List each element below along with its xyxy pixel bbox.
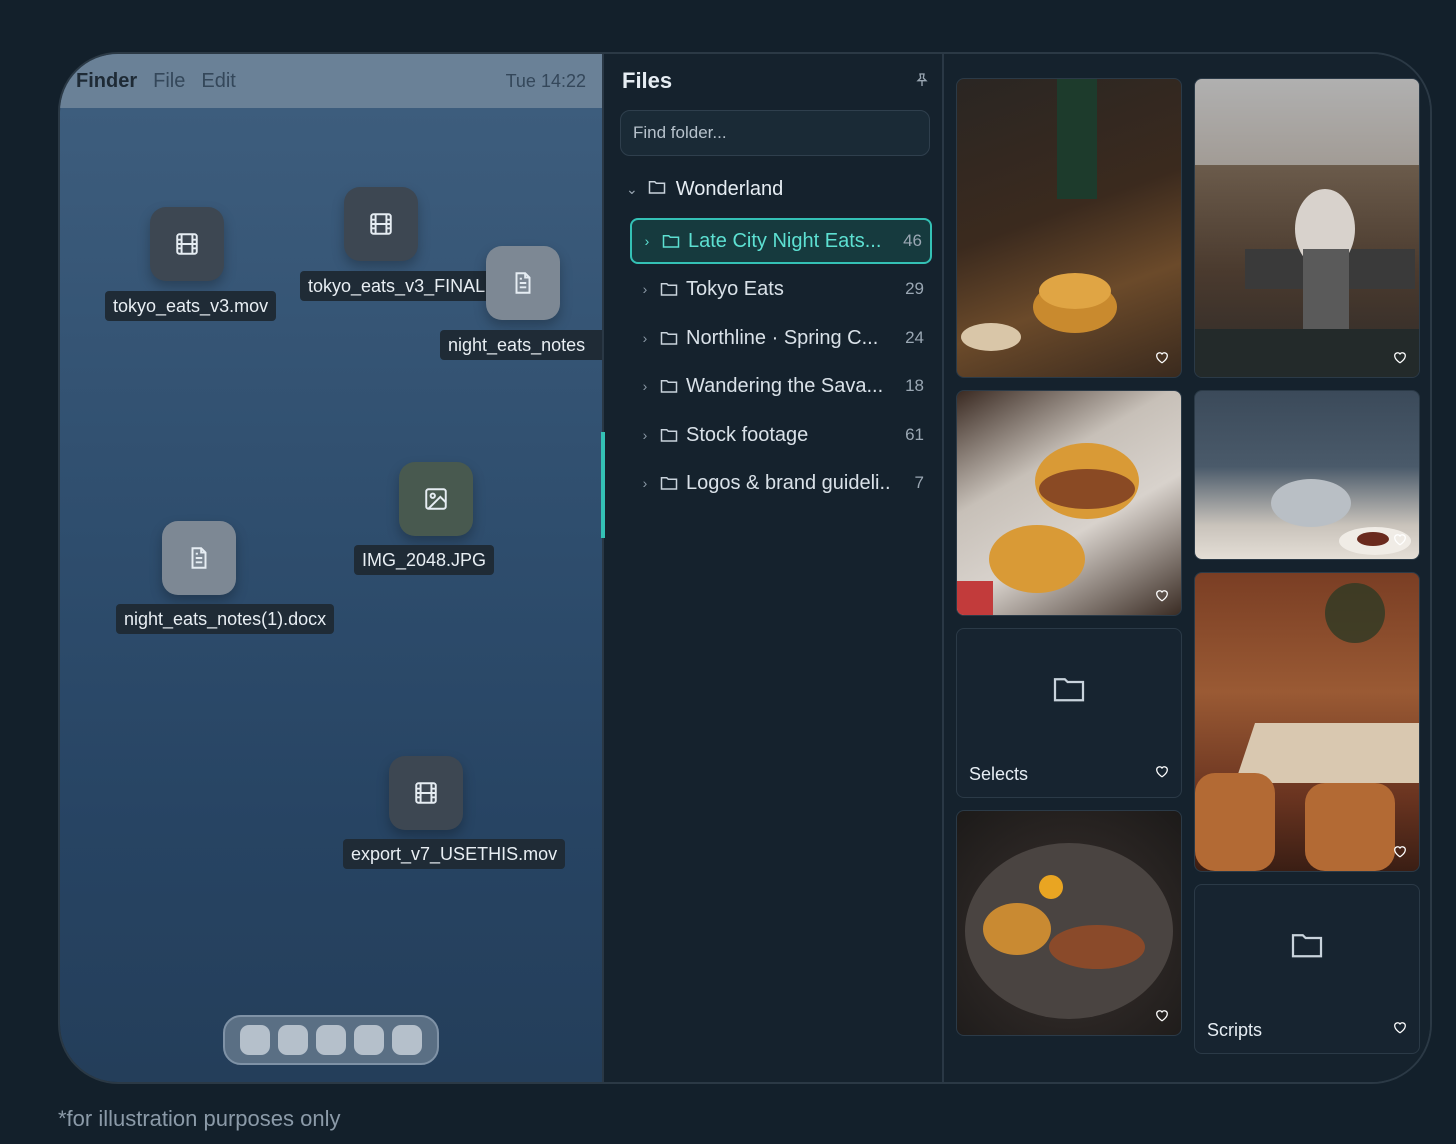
folder-icon (660, 378, 678, 394)
menu-bar: Finder File Edit Tue 14:22 (60, 54, 602, 108)
chevron-right-icon[interactable]: › (630, 330, 660, 346)
desktop-item-label[interactable]: tokyo_eats_v3_FINAL (300, 271, 496, 301)
heart-icon[interactable] (1155, 589, 1169, 607)
heart-icon[interactable] (1393, 351, 1407, 369)
heart-icon[interactable] (1393, 533, 1407, 551)
film-icon[interactable] (344, 187, 418, 261)
files-panel: Files ⌄ Wonderland › Late City Night Eat… (601, 54, 944, 1082)
chevron-right-icon[interactable]: › (630, 427, 660, 443)
folder-label: Logos & brand guideli... (686, 471, 890, 494)
film-icon[interactable] (150, 207, 224, 281)
tree-root[interactable]: ⌄ Wonderland (626, 178, 783, 201)
folder-count: 18 (905, 376, 924, 395)
folder-icon (660, 281, 678, 297)
dock-app-icon[interactable] (316, 1025, 346, 1055)
photo-card[interactable] (956, 390, 1182, 616)
folder-icon (660, 475, 678, 491)
folder-icon (660, 427, 678, 443)
photo-chef-kitchen (1195, 79, 1419, 377)
chevron-right-icon[interactable]: › (632, 233, 662, 249)
film-icon[interactable] (389, 756, 463, 830)
desktop-item-label[interactable]: tokyo_eats_v3.mov (105, 291, 277, 321)
heart-icon[interactable] (1155, 765, 1169, 783)
folder-row-logos[interactable]: › Logos & brand guideli... 7 (630, 460, 932, 506)
resize-handle[interactable] (601, 432, 605, 538)
photo-card[interactable] (1194, 390, 1420, 560)
folder-search-input[interactable] (620, 110, 930, 156)
folder-card-label: Selects (969, 764, 1029, 784)
dock-app-icon[interactable] (240, 1025, 270, 1055)
app-window: Finder File Edit Tue 14:22 tokyo_eats_v3… (58, 52, 1432, 1084)
photo-card[interactable] (956, 78, 1182, 378)
pin-icon[interactable] (914, 72, 930, 93)
dock-app-icon[interactable] (354, 1025, 384, 1055)
photo-card[interactable] (956, 810, 1182, 1036)
folder-icon (1052, 675, 1086, 708)
menu-file[interactable]: File (153, 70, 185, 93)
menu-app-name[interactable]: Finder (76, 70, 137, 93)
folder-count: 7 (914, 473, 924, 492)
heart-icon[interactable] (1155, 351, 1169, 369)
menu-edit[interactable]: Edit (201, 70, 235, 93)
folder-row-late-city-night-eats[interactable]: › Late City Night Eats... 46 (630, 218, 932, 264)
folder-label: Tokyo Eats (686, 277, 784, 300)
chevron-right-icon[interactable]: › (630, 378, 660, 394)
photo-card[interactable] (1194, 572, 1420, 872)
folder-card-label: Scripts (1207, 1020, 1263, 1040)
document-icon[interactable] (162, 521, 236, 595)
dock-app-icon[interactable] (278, 1025, 308, 1055)
heart-icon[interactable] (1393, 1021, 1407, 1039)
dock-app-icon[interactable] (392, 1025, 422, 1055)
folder-row-northline[interactable]: › Northline · Spring C... 24 (630, 315, 932, 361)
photo-fish-plate (965, 843, 1173, 1019)
folder-card-scripts[interactable]: Scripts (1194, 884, 1420, 1054)
desktop-item-label[interactable]: export_v7_USETHIS.mov (343, 839, 566, 869)
folder-row-tokyo-eats[interactable]: › Tokyo Eats 29 (630, 266, 932, 312)
footnote-caption: *for illustration purposes only (58, 1106, 341, 1131)
folder-row-wandering[interactable]: › Wandering the Sava... 18 (630, 363, 932, 409)
desktop-item-label[interactable]: IMG_2048.JPG (354, 545, 495, 575)
photo-restaurant-interior (1195, 583, 1419, 871)
desktop: Finder File Edit Tue 14:22 tokyo_eats_v3… (60, 54, 618, 1082)
image-icon[interactable] (399, 462, 473, 536)
folder-icon (648, 178, 666, 201)
folder-label: Northline · Spring C... (686, 326, 879, 349)
menu-clock: Tue 14:22 (505, 70, 586, 91)
photo-burger-torch (961, 79, 1117, 351)
chevron-down-icon[interactable]: ⌄ (626, 181, 638, 198)
folder-icon (662, 233, 680, 249)
desktop-item-label[interactable]: night_eats_notes (440, 330, 618, 360)
folder-label: Wandering the Sava... (686, 374, 884, 397)
folder-count: 61 (905, 425, 924, 444)
photo-card[interactable] (1194, 78, 1420, 378)
folder-card-selects[interactable]: Selects (956, 628, 1182, 798)
document-icon[interactable] (486, 246, 560, 320)
folder-count: 46 (903, 231, 922, 250)
panel-title: Files (622, 68, 673, 93)
heart-icon[interactable] (1393, 845, 1407, 863)
gallery-grid: Selects Scripts (942, 54, 1430, 1082)
folder-count: 29 (905, 279, 924, 298)
chevron-right-icon[interactable]: › (630, 281, 660, 297)
folder-icon (660, 330, 678, 346)
folder-label: Stock footage (686, 423, 809, 446)
heart-icon[interactable] (1155, 1009, 1169, 1027)
tree-root-label: Wonderland (675, 178, 784, 200)
folder-label: Late City Night Eats... (688, 229, 882, 252)
folder-icon (1290, 931, 1324, 964)
dock (223, 1015, 439, 1065)
photo-burgers-foil (957, 443, 1139, 615)
photo-chef-pan (1271, 479, 1411, 555)
folder-row-stock-footage[interactable]: › Stock footage 61 (630, 412, 932, 458)
chevron-right-icon[interactable]: › (630, 475, 660, 491)
folder-count: 24 (905, 328, 924, 347)
desktop-item-label[interactable]: night_eats_notes(1).docx (116, 604, 335, 634)
